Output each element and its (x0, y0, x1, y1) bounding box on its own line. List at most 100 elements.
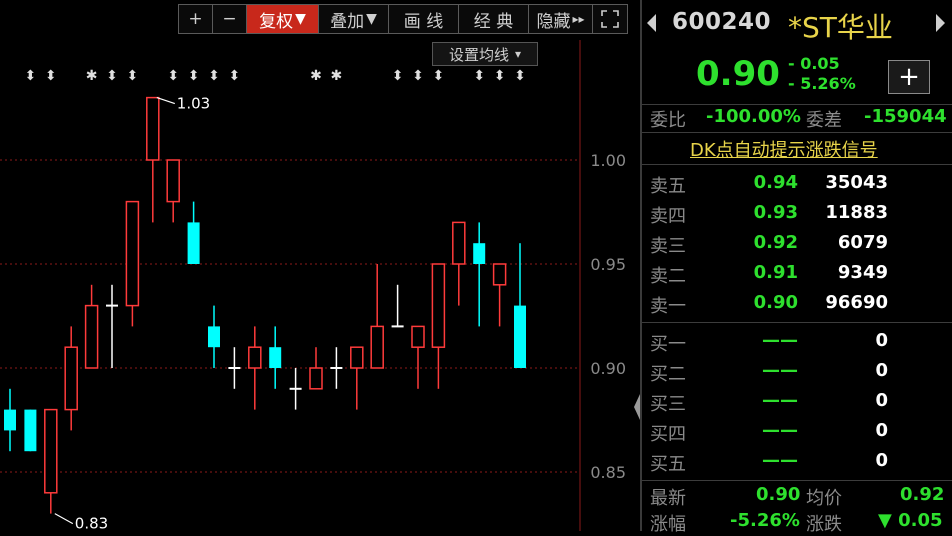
draw-line-button[interactable]: 画 线 (388, 4, 458, 34)
quote-panel: 600240 *ST华业 0.90 - 0.05 - 5.26% + 委比 -1… (642, 0, 952, 535)
y-tick-label: 0.85 (590, 463, 626, 482)
last-price: 0.90 (696, 54, 780, 94)
ask-label: 卖二 (650, 266, 686, 287)
candle-body (248, 346, 262, 369)
webi-value: -100.00% (706, 106, 801, 127)
candle-body (431, 263, 446, 348)
adjust-button[interactable]: 复权 ▼ (246, 4, 318, 34)
signal-mark: ⬍ (45, 68, 57, 84)
candle-body (452, 221, 466, 265)
ask-label: 卖四 (650, 206, 686, 227)
candle-body (24, 409, 37, 452)
double-chevron-right-icon: ▸▸ (572, 12, 585, 26)
chgpct-value: -5.26% (730, 510, 800, 531)
signal-mark: ⬍ (229, 68, 241, 84)
zoom-out-button[interactable]: − (212, 4, 246, 34)
hide-button[interactable]: 隐藏 ▸▸ (528, 4, 592, 34)
signal-mark: ⬍ (167, 68, 179, 84)
chg-label: 涨跌 (806, 514, 842, 535)
ask-row[interactable]: 卖三 0.92 6079 (642, 230, 952, 260)
bid-label: 买三 (650, 394, 686, 415)
candle-body (370, 325, 384, 369)
bid-price: —— (762, 360, 798, 381)
y-tick-label: 1.00 (590, 151, 626, 170)
prev-stock-icon[interactable] (644, 12, 660, 34)
chevron-down-icon: ▾ (514, 47, 522, 61)
avg-label: 均价 (806, 488, 842, 509)
ma-settings-button[interactable]: 设置均线 ▾ (432, 42, 538, 66)
candle-body (64, 346, 78, 411)
candle-body (208, 326, 220, 348)
signal-mark: ⬍ (412, 68, 424, 84)
candle-body (4, 409, 16, 431)
bid-row[interactable]: 买五 —— 0 (642, 448, 952, 478)
webi-label: 委比 (650, 110, 686, 131)
bid-price: —— (762, 420, 798, 441)
overlay-label: 叠加 (330, 11, 365, 32)
ask-price: 0.94 (753, 172, 798, 193)
ask-row[interactable]: 卖四 0.93 11883 (642, 200, 952, 230)
signal-mark: ✱ (331, 68, 343, 84)
classic-button[interactable]: 经 典 (458, 4, 528, 34)
add-watchlist-button[interactable]: + (888, 60, 930, 94)
candle-body (125, 200, 140, 307)
signal-mark: ✱ (310, 68, 322, 84)
next-stock-icon[interactable] (932, 12, 948, 34)
signal-mark: ⬍ (433, 68, 445, 84)
ask-price: 0.90 (753, 292, 798, 313)
latest-label: 最新 (650, 488, 686, 509)
weicha-label: 委差 (806, 110, 842, 131)
bid-volume: 0 (875, 330, 888, 351)
ask-price: 0.92 (753, 232, 798, 253)
bid-row[interactable]: 买三 —— 0 (642, 388, 952, 418)
signal-mark: ⬍ (473, 68, 485, 84)
bid-label: 买二 (650, 364, 686, 385)
bid-label: 买一 (650, 334, 686, 355)
overlay-button[interactable]: 叠加 ▼ (318, 4, 388, 34)
price-change: - 0.05 (788, 54, 840, 73)
avg-value: 0.92 (900, 484, 945, 505)
chevron-down-icon: ▼ (295, 11, 306, 27)
bid-price: —— (762, 330, 798, 351)
kline-chart-area[interactable]: 0.85 0.90 0.95 1.00 ⬍ ⬍ ✱ ⬍ ⬍ ⬍ ⬍ ⬍ ⬍ ✱ ✱ ⬍ ⬍ ⬍ ⬍ ⬍ ⬍ 1.03 0.8… (0, 0, 640, 531)
ask-volume: 6079 (837, 232, 888, 253)
ask-row[interactable]: 卖二 0.91 9349 (642, 260, 952, 290)
bid-volume: 0 (875, 450, 888, 471)
ask-volume: 35043 (825, 172, 888, 193)
divider (642, 322, 952, 323)
bid-volume: 0 (875, 420, 888, 441)
ask-volume: 11883 (825, 202, 888, 223)
candle-body (492, 263, 507, 286)
ask-row[interactable]: 卖五 0.94 35043 (642, 170, 952, 200)
ask-row[interactable]: 卖一 0.90 96690 (642, 290, 952, 320)
candle-body (473, 243, 486, 264)
fullscreen-icon (601, 10, 619, 28)
divider (642, 132, 952, 133)
y-tick-label: 0.90 (590, 359, 626, 378)
candle-body (514, 305, 526, 368)
candle-body (309, 367, 323, 390)
kline-chart[interactable]: 0.85 0.90 0.95 1.00 ⬍ ⬍ ✱ ⬍ ⬍ ⬍ ⬍ ⬍ ⬍ ✱ ✱ ⬍ ⬍ ⬍ ⬍ ⬍ ⬍ 1.03 0.8… (0, 0, 640, 531)
bid-volume: 0 (875, 360, 888, 381)
latest-value: 0.90 (756, 484, 801, 505)
bid-volume: 0 (875, 390, 888, 411)
stock-code: 600240 (672, 9, 772, 35)
dk-signal-link[interactable]: DK点自动提示涨跌信号 (690, 136, 878, 162)
ask-volume: 9349 (837, 262, 888, 283)
signal-mark: ⬍ (494, 68, 506, 84)
bid-row[interactable]: 买一 —— 0 (642, 328, 952, 358)
bid-price: —— (762, 390, 798, 411)
signal-mark: ⬍ (514, 68, 526, 84)
bid-row[interactable]: 买二 —— 0 (642, 358, 952, 388)
ask-volume: 96690 (825, 292, 888, 313)
zoom-in-button[interactable]: + (178, 4, 212, 34)
ask-label: 卖三 (650, 236, 686, 257)
candle-body (269, 347, 282, 368)
signal-mark: ⬍ (208, 68, 220, 84)
signal-mark: ⬍ (392, 68, 404, 84)
bid-row[interactable]: 买四 —— 0 (642, 418, 952, 448)
fullscreen-button[interactable] (592, 4, 628, 34)
candle-body (350, 346, 364, 369)
bid-price: —— (762, 450, 798, 471)
signal-mark: ⬍ (127, 68, 139, 84)
